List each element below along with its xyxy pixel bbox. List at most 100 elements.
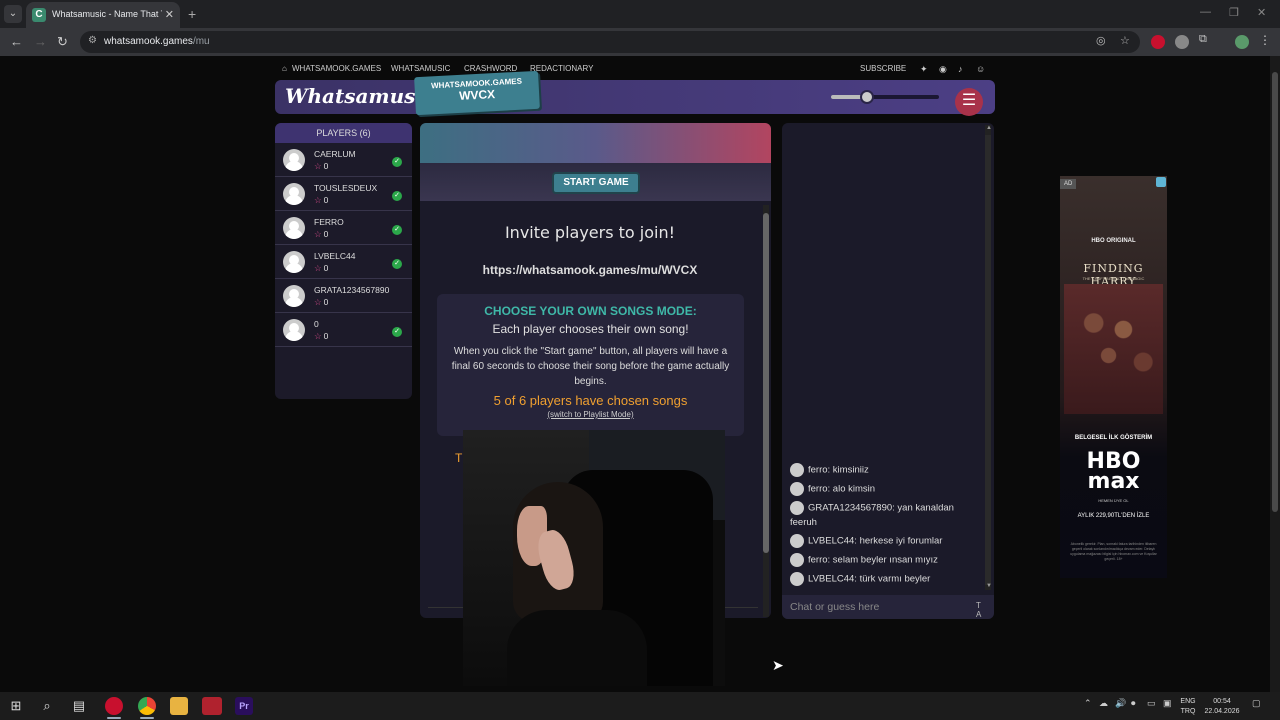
switch-to-playlist-mode-link[interactable]: (switch to Playlist Mode) <box>437 410 744 419</box>
player-name: 0 <box>314 319 319 329</box>
start-game-button[interactable]: START GAME <box>552 172 640 194</box>
ad-image <box>1064 284 1163 414</box>
star-icon: ☆ <box>314 229 322 239</box>
player-score: ☆ 0 <box>314 297 328 308</box>
reload-icon[interactable]: ↻ <box>57 34 68 50</box>
player-score-value: 0 <box>323 263 329 273</box>
show-hidden-icons-icon[interactable]: ⌃ <box>1084 698 1092 709</box>
close-window-icon[interactable]: ✕ <box>1257 6 1266 19</box>
player-score: ☆ 0 <box>314 195 328 206</box>
microphone-icon[interactable]: ⏺ <box>1131 698 1136 709</box>
minimize-window-icon[interactable]: — <box>1200 6 1211 18</box>
close-tab-icon[interactable]: ✕ <box>165 8 174 21</box>
vmix-app-icon[interactable] <box>202 697 222 715</box>
player-score: ☆ 0 <box>314 161 328 172</box>
premiere-app-icon[interactable]: Pr <box>235 697 253 715</box>
player-row[interactable]: TOUSLESDEUX ☆ 0 ✓ <box>275 177 412 211</box>
network-icon[interactable]: ▭ <box>1147 698 1156 709</box>
site-info-icon[interactable]: ⚙ <box>88 35 97 46</box>
windows-start-icon[interactable]: ⊞ <box>6 696 26 716</box>
active-app-indicator <box>140 717 154 719</box>
text-format-icons[interactable]: T A <box>976 601 994 619</box>
extensions-puzzle-icon[interactable]: ⧉ <box>1199 33 1213 47</box>
song-mode-box: CHOOSE YOUR OWN SONGS MODE: Each player … <box>437 294 744 436</box>
search-icon[interactable]: ⌕ <box>37 696 57 716</box>
invite-heading: Invite players to join! <box>504 223 676 242</box>
star-icon: ☆ <box>314 263 322 273</box>
chat-message: ferro: selam beyler ınsan mıyız <box>790 553 980 568</box>
game-banner: Whatsamusic WHATSAMOOK.GAMES WVCX ☰ <box>275 70 995 116</box>
chat-scroll-up-icon[interactable]: ▲ <box>986 125 992 131</box>
player-score-value: 0 <box>323 331 329 341</box>
avatar <box>790 463 804 477</box>
chat-input-bar: T A <box>782 595 994 619</box>
chat-scrollbar-thumb[interactable] <box>985 135 991 585</box>
star-icon: ☆ <box>314 297 322 307</box>
bookmark-star-icon[interactable]: ☆ <box>1120 34 1130 47</box>
back-arrow-icon[interactable]: ← <box>10 34 23 49</box>
url-text[interactable]: whatsamook.games/mu <box>104 36 210 47</box>
avatar <box>283 217 305 239</box>
subscribe-link[interactable]: SUBSCRIBE <box>860 64 906 73</box>
obs-app-icon[interactable] <box>105 697 123 715</box>
volume-slider-handle[interactable] <box>859 90 874 104</box>
extension-grey-icon[interactable] <box>1175 35 1189 49</box>
chat-message: ferro: alo kimsin <box>790 482 980 497</box>
discord-icon[interactable]: ☺ <box>976 64 985 74</box>
twitter-icon[interactable]: ✦ <box>920 64 928 75</box>
new-tab-button[interactable]: + <box>188 6 196 22</box>
eye-off-icon[interactable]: ◎ <box>1096 34 1106 47</box>
tray-app-icon[interactable]: ▣ <box>1163 698 1172 709</box>
star-icon: ☆ <box>314 161 322 171</box>
address-bar[interactable]: ⚙ whatsamook.games/mu ◎ ☆ <box>80 31 1140 53</box>
player-row[interactable]: 0 ☆ 0 ✓ <box>275 313 412 347</box>
browser-toolbar: ← → ↻ ⚙ whatsamook.games/mu ◎ ☆ ⧉ ⋮ <box>0 28 1280 56</box>
forward-arrow-icon[interactable]: → <box>34 34 47 49</box>
hamburger-menu-button[interactable]: ☰ <box>955 88 983 116</box>
language-indicator[interactable]: ENG TRQ <box>1176 697 1200 717</box>
ad-choices-icon[interactable] <box>1156 177 1166 187</box>
player-row[interactable]: FERRO ☆ 0 ✓ <box>275 211 412 245</box>
profile-avatar[interactable] <box>1235 35 1249 49</box>
tray-cloud-icon[interactable]: ☁ <box>1099 698 1108 709</box>
avatar <box>283 149 305 171</box>
site-top-nav: ⌂ WHATSAMOOK.GAMES WHATSAMUSIC CRASHWORD… <box>282 64 992 76</box>
browser-menu-icon[interactable]: ⋮ <box>1259 33 1273 47</box>
task-view-icon[interactable]: ▤ <box>69 696 89 716</box>
player-name: GRATA1234567890 <box>314 285 390 295</box>
tiktok-icon[interactable]: ♪ <box>958 64 963 74</box>
chat-scroll-down-icon[interactable]: ▼ <box>986 583 992 589</box>
avatar <box>790 553 804 567</box>
ad-network: HBO ORIGINAL <box>1091 238 1136 244</box>
whatsamusic-logo[interactable]: Whatsamusic <box>285 84 435 108</box>
player-row[interactable]: LVBELC44 ☆ 0 ✓ <box>275 245 412 279</box>
browser-tab[interactable]: C Whatsamusic - Name That Tune ✕ <box>26 2 180 28</box>
notifications-icon[interactable]: ▢ <box>1252 698 1261 709</box>
chat-input[interactable] <box>790 600 960 614</box>
chat-scrollbar[interactable] <box>985 125 991 590</box>
invite-url[interactable]: https://whatsamook.games/mu/WVCX <box>420 263 760 277</box>
nav-home-link[interactable]: WHATSAMOOK.GAMES <box>292 64 381 73</box>
volume-slider[interactable] <box>831 90 939 104</box>
extension-red-icon[interactable] <box>1151 35 1165 49</box>
chrome-app-icon[interactable] <box>138 697 156 715</box>
nav-link-redactionary[interactable]: REDACTIONARY <box>530 64 593 73</box>
instagram-icon[interactable]: ◉ <box>939 64 947 75</box>
page-scrollbar[interactable] <box>1270 56 1280 692</box>
home-icon[interactable]: ⌂ <box>282 64 287 73</box>
game-scrollbar-thumb[interactable] <box>763 213 769 553</box>
clock[interactable]: 00:54 22.04.2026 <box>1200 697 1244 717</box>
player-score-value: 0 <box>323 229 329 239</box>
page-scrollbar-thumb[interactable] <box>1272 72 1278 512</box>
volume-icon[interactable]: 🔊 <box>1115 698 1126 709</box>
advertisement[interactable]: AD HBO ORIGINAL FINDING HARRY THE CRAFT … <box>1060 176 1167 578</box>
avatar <box>790 482 804 496</box>
tab-search-button[interactable]: ⌄ <box>4 5 22 23</box>
file-explorer-icon[interactable] <box>170 697 188 715</box>
maximize-window-icon[interactable]: ❐ <box>1229 6 1239 19</box>
player-row[interactable]: GRATA1234567890 ☆ 0 <box>275 279 412 313</box>
player-row[interactable]: CAERLUM ☆ 0 ✓ <box>275 143 412 177</box>
nav-link-whatsamusic[interactable]: WHATSAMUSIC <box>391 64 450 73</box>
game-scrollbar[interactable] <box>763 205 769 617</box>
windows-taskbar: ⊞ ⌕ ▤ Pr ⌃ ☁ 🔊 ⏺ ▭ ▣ ENG TRQ 00:54 22.04.2… <box>0 692 1280 720</box>
